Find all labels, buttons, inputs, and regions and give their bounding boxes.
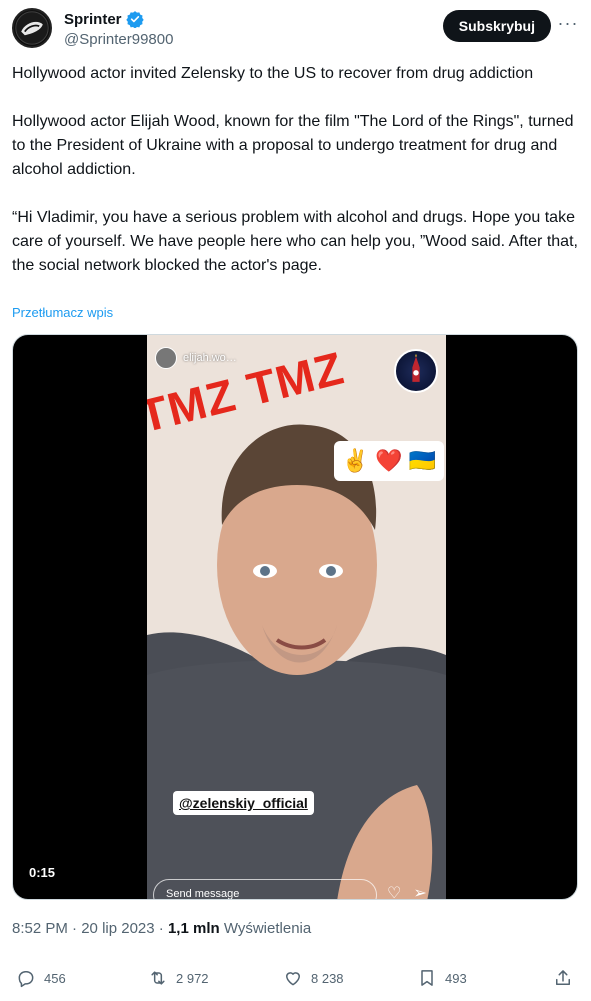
send-message-field: Send message [153,879,377,899]
send-icon: ➢ [413,885,427,900]
author-display-name[interactable]: Sprinter [64,11,122,28]
like-button[interactable]: 8 238 [283,968,344,988]
author-handle[interactable]: @Sprinter99800 [64,31,173,48]
video-frame: TMZ TMZ elijah.wo… ✌️ ❤️ 🇺🇦 @zelenskiy_o… [147,335,446,900]
repost-count: 2 972 [176,970,209,986]
tweet-meta: 8:52 PM · 20 lip 2023 · 1,1 mln Wyświetl… [12,920,311,937]
reply-count: 456 [44,970,66,986]
like-count: 8 238 [311,970,344,986]
meta-separator-2: · [158,920,164,937]
story-username: elijah.wo… [183,352,237,364]
subscribe-button[interactable]: Subskrybuj [442,10,551,42]
story-avatar [155,347,177,369]
translate-link[interactable]: Przetłumacz wpis [12,305,113,320]
story-actions: ♡ ➢ [387,883,427,900]
bookmark-count: 493 [445,970,467,986]
reply-icon [18,971,34,988]
author-info: Sprinter @Sprinter99800 [64,10,173,49]
views-label: Wyświetlenia [223,920,312,937]
video-duration: 0:15 [23,863,62,882]
video-player[interactable]: TMZ TMZ elijah.wo… ✌️ ❤️ 🇺🇦 @zelenskiy_o… [12,334,578,900]
bookmark-icon [421,970,433,986]
story-header: elijah.wo… [155,347,237,369]
heart-icon: ♡ [387,885,402,900]
repost-button[interactable]: 2 972 [148,968,209,988]
channel-badge-icon [394,349,438,393]
tweet-time[interactable]: 8:52 PM [12,920,68,937]
kremlin-tower-icon [412,353,420,382]
reply-button[interactable]: 456 [16,968,66,988]
like-icon [286,972,300,986]
views-count: 1,1 mln [167,920,220,937]
mention-sticker: @zelenskiy_official [173,791,314,815]
action-bar: 456 2 972 8 238 493 [12,964,579,998]
repost-icon [151,971,165,985]
emoji-sticker: ✌️ ❤️ 🇺🇦 [333,441,444,481]
share-icon [556,970,570,985]
more-icon[interactable]: ··· [557,14,579,36]
tweet-text: Hollywood actor invited Zelensky to the … [12,65,578,274]
bookmark-button[interactable]: 493 [417,968,467,988]
avatar[interactable] [12,8,52,48]
verified-icon [125,11,144,28]
meta-separator: · [72,920,78,937]
tweet-date[interactable]: 20 lip 2023 [81,920,154,937]
share-button[interactable] [553,968,573,988]
avatar-image [15,11,49,45]
author-name-row: Sprinter [64,10,173,28]
tweet-header: Sprinter @Sprinter99800 Subskrybuj ··· [12,8,579,50]
